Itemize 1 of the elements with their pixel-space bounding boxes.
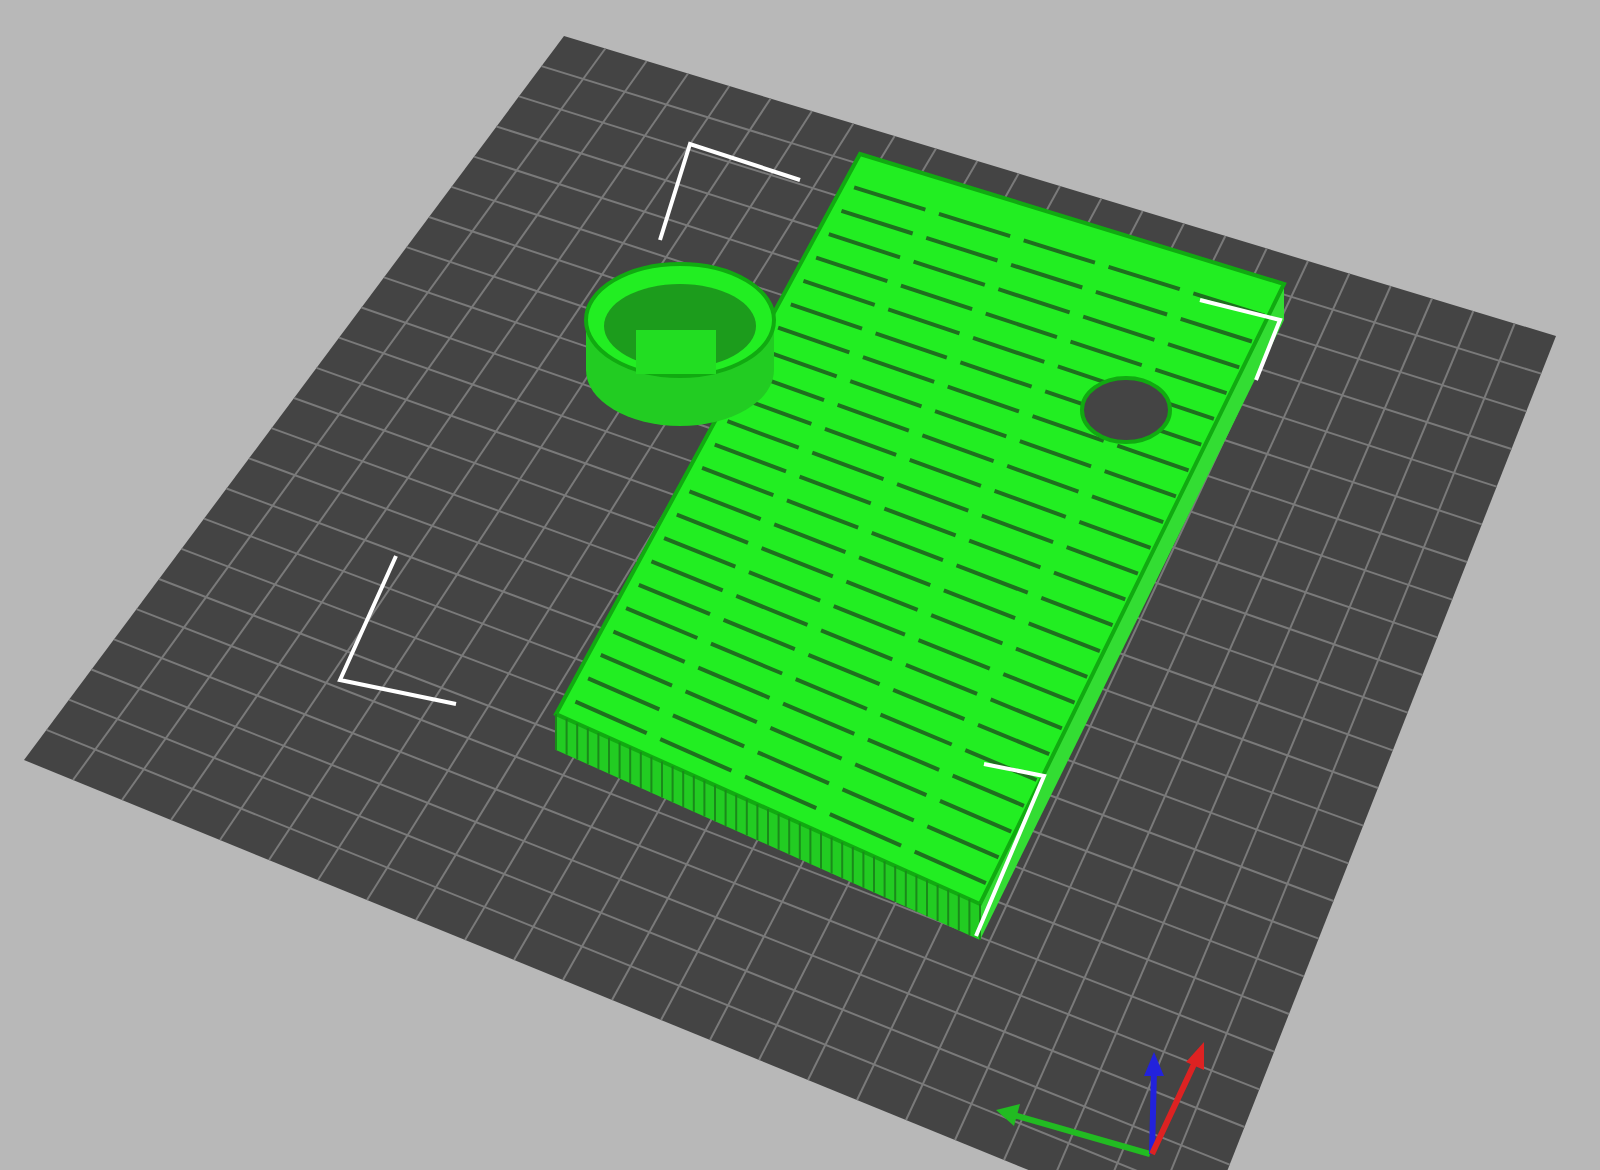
xyz-axes-icon	[996, 1042, 1204, 1157]
